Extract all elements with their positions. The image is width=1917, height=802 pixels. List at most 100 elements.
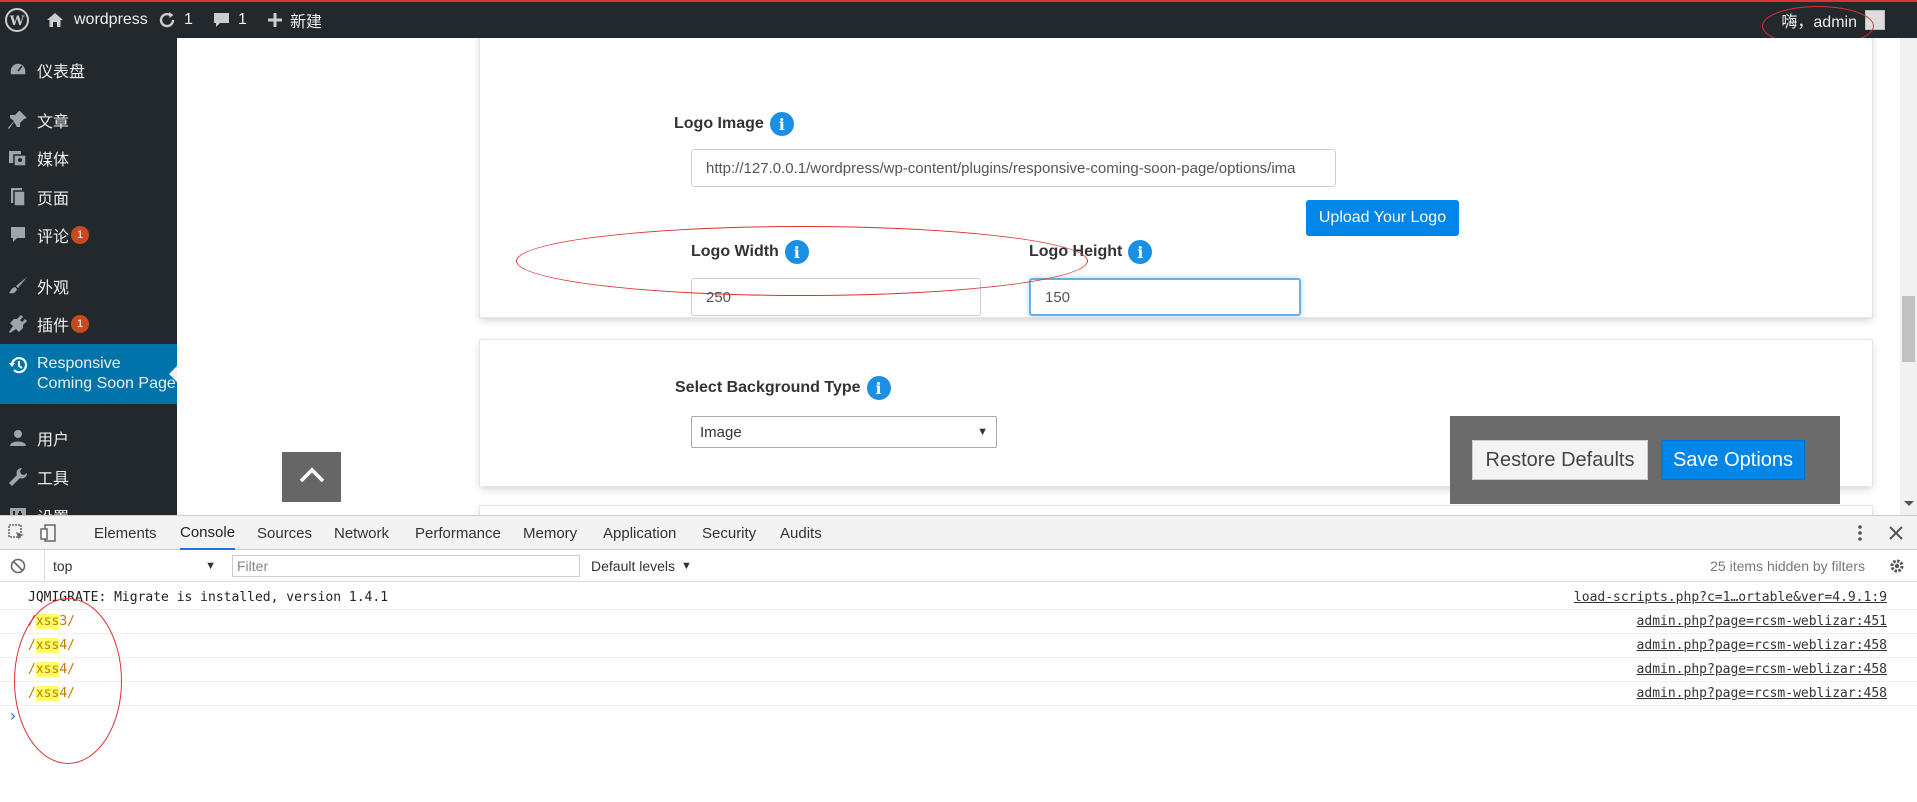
- console-prompt-row[interactable]: ›: [0, 706, 1917, 730]
- media-icon: [7, 147, 29, 169]
- comments-link[interactable]: 1: [213, 2, 247, 38]
- devtools-tab-bar: Elements Console Sources Network Perform…: [0, 516, 1917, 550]
- logo-height-input[interactable]: 150: [1029, 278, 1301, 316]
- logo-image-label-text: Logo Image: [674, 115, 764, 132]
- brush-icon: [7, 275, 29, 297]
- hidden-items-info: 25 items hidden by filters: [1710, 558, 1865, 574]
- sidebar-item-appearance[interactable]: 外观: [0, 267, 177, 305]
- logo-url-input[interactable]: http://127.0.0.1/wordpress/wp-content/pl…: [691, 149, 1336, 187]
- logo-width-value: 250: [706, 288, 732, 306]
- user-icon: [7, 427, 29, 449]
- site-name: wordpress: [74, 11, 148, 28]
- device-toolbar-icon[interactable]: [40, 516, 60, 550]
- console-filter-input[interactable]: Filter: [232, 555, 580, 577]
- tab-network[interactable]: Network: [334, 516, 389, 550]
- background-type-select[interactable]: Image ▼: [691, 416, 997, 448]
- sidebar-item-posts[interactable]: 文章: [0, 101, 177, 139]
- tab-security[interactable]: Security: [702, 516, 756, 550]
- console-toolbar: top ▼ Filter Default levels ▼ 25 items h…: [0, 550, 1917, 582]
- sidebar-item-plugins[interactable]: 插件 1: [0, 305, 177, 343]
- my-account-link[interactable]: 嗨，admin: [1781, 2, 1885, 38]
- tab-elements[interactable]: Elements: [94, 516, 157, 550]
- log-text: /: [28, 638, 36, 653]
- log-levels-dropdown[interactable]: Default levels ▼: [591, 550, 692, 582]
- tab-sources[interactable]: Sources: [257, 516, 312, 550]
- plugin-icon: [7, 313, 29, 335]
- background-type-label: Select Background Type i: [675, 376, 891, 400]
- floating-action-bar: Restore Defaults Save Options: [1450, 416, 1840, 504]
- scrollbar-thumb[interactable]: [1902, 296, 1915, 362]
- sidebar-item-label: 仪表盘: [37, 64, 86, 81]
- clear-console-icon[interactable]: [10, 550, 26, 582]
- console-source-link[interactable]: admin.php?page=rcsm-weblizar:451: [1637, 614, 1887, 629]
- log-text: 4/: [59, 662, 75, 677]
- page-icon: [7, 186, 29, 208]
- log-text: /: [28, 614, 36, 629]
- refresh-icon: [158, 11, 176, 29]
- logo-url-value: http://127.0.0.1/wordpress/wp-content/pl…: [706, 159, 1296, 177]
- console-prompt-icon: ›: [8, 706, 18, 725]
- tab-audits[interactable]: Audits: [780, 516, 822, 550]
- sidebar-item-label: Responsive Coming Soon Page: [37, 355, 176, 392]
- info-icon[interactable]: i: [1128, 240, 1153, 264]
- logo-width-label: Logo Width i: [691, 240, 809, 264]
- sidebar-item-tools[interactable]: 工具: [0, 458, 177, 496]
- more-options-icon[interactable]: [1857, 516, 1863, 550]
- logo-width-input[interactable]: 250: [691, 278, 981, 316]
- new-content-link[interactable]: 新建: [268, 2, 322, 38]
- sidebar-item-responsive-coming-soon-page[interactable]: Responsive Coming Soon Page: [0, 344, 177, 404]
- tab-console[interactable]: Console: [180, 516, 236, 550]
- info-icon[interactable]: i: [769, 112, 794, 136]
- restore-defaults-button[interactable]: Restore Defaults: [1472, 440, 1648, 480]
- sidebar-item-dashboard[interactable]: 仪表盘: [0, 51, 177, 89]
- save-options-button[interactable]: Save Options: [1661, 440, 1805, 480]
- logo-settings-panel: Logo Image i http://127.0.0.1/wordpress/…: [480, 38, 1872, 317]
- console-message: /xss4/ admin.php?page=rcsm-weblizar:458: [0, 658, 1917, 682]
- log-text: 3/: [59, 614, 75, 629]
- console-message-text: JQMIGRATE: Migrate is installed, version…: [28, 590, 388, 605]
- console-message: /xss4/ admin.php?page=rcsm-weblizar:458: [0, 682, 1917, 706]
- caret-down-icon: ▼: [977, 426, 988, 438]
- updates-link[interactable]: 1: [158, 2, 193, 38]
- tab-memory[interactable]: Memory: [523, 516, 577, 550]
- sidebar-item-comments[interactable]: 评论 1: [0, 216, 177, 254]
- comment-icon: [7, 224, 29, 246]
- logo-height-label: Logo Height i: [1029, 240, 1153, 264]
- sidebar-item-users[interactable]: 用户: [0, 419, 177, 457]
- inspect-element-icon[interactable]: [8, 516, 26, 550]
- next-settings-panel: [480, 506, 1872, 515]
- sidebar-item-media[interactable]: 媒体: [0, 139, 177, 177]
- console-settings-gear-icon[interactable]: [1888, 550, 1906, 582]
- context-select[interactable]: top ▼: [44, 550, 216, 582]
- logo-height-label-text: Logo Height: [1029, 243, 1123, 260]
- console-message-text: /xss4/: [28, 662, 75, 677]
- caret-down-icon: ▼: [205, 560, 216, 572]
- wordpress-logo-icon[interactable]: W: [4, 2, 30, 38]
- log-highlight: xss: [35, 686, 60, 701]
- info-icon[interactable]: i: [866, 376, 891, 400]
- tab-performance[interactable]: Performance: [415, 516, 501, 550]
- admin-bar: W wordpress 1 1 新建 嗨，admin: [0, 0, 1917, 38]
- site-home-link[interactable]: wordpress: [46, 2, 148, 38]
- scroll-to-top-button[interactable]: [282, 452, 341, 502]
- sidebar-item-label: 外观: [37, 280, 70, 297]
- upload-logo-button[interactable]: Upload Your Logo: [1306, 200, 1459, 236]
- close-devtools-icon[interactable]: [1889, 516, 1903, 550]
- log-text: /: [28, 686, 36, 701]
- sidebar-item-label: 媒体: [37, 152, 70, 169]
- console-source-link[interactable]: admin.php?page=rcsm-weblizar:458: [1637, 638, 1887, 653]
- console-source-link[interactable]: admin.php?page=rcsm-weblizar:458: [1637, 662, 1887, 677]
- comment-bubble-icon: [213, 12, 230, 28]
- devtools-panel: Elements Console Sources Network Perform…: [0, 515, 1917, 802]
- console-source-link[interactable]: load-scripts.php?c=1…ortable&ver=4.9.1:9: [1574, 590, 1887, 605]
- console-source-link[interactable]: admin.php?page=rcsm-weblizar:458: [1637, 686, 1887, 701]
- console-message: JQMIGRATE: Migrate is installed, version…: [0, 586, 1917, 610]
- sidebar-item-pages[interactable]: 页面: [0, 178, 177, 216]
- console-message: /xss4/ admin.php?page=rcsm-weblizar:458: [0, 634, 1917, 658]
- sidebar-item-label: 工具: [37, 471, 70, 488]
- scroll-down-arrow-icon[interactable]: [1904, 501, 1914, 511]
- tab-application[interactable]: Application: [603, 516, 676, 550]
- chevron-up-icon: [299, 467, 325, 488]
- page-scrollbar[interactable]: [1900, 38, 1917, 515]
- info-icon[interactable]: i: [784, 240, 809, 264]
